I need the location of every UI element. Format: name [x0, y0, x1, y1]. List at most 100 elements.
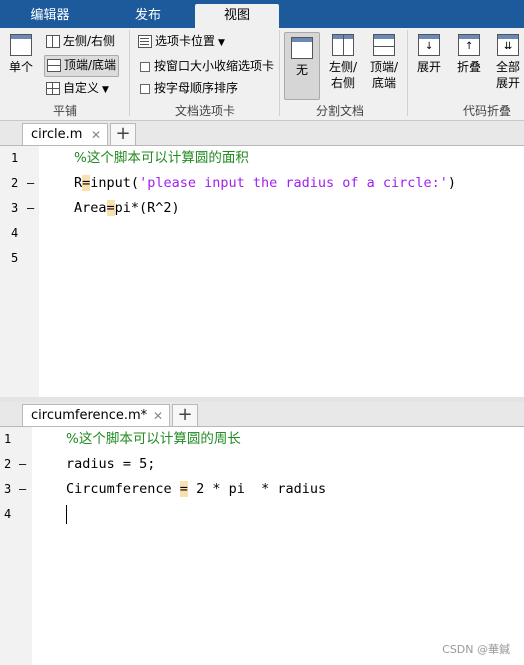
- tab-position-label: 选项卡位置: [155, 34, 216, 48]
- alpha-sort-label: 按字母顺序排序: [154, 81, 239, 95]
- split-left-right-label-1: 左侧/: [328, 60, 358, 74]
- tab-publish[interactable]: 发布: [112, 4, 184, 28]
- custom-label: 自定义: [63, 81, 100, 95]
- single-label: 单个: [8, 60, 33, 74]
- code-line: 1 %这个脚本可以计算圆的周长: [0, 427, 524, 452]
- left-right-icon: [46, 35, 60, 48]
- line-number: 1: [4, 432, 12, 446]
- code-token: R: [74, 175, 83, 191]
- code-token: input(: [90, 175, 140, 191]
- expand-all-button[interactable]: ⇊ 全部 展开: [492, 32, 524, 91]
- code-text: %这个脚本可以计算圆的面积: [74, 150, 249, 166]
- toolstrip-tab-bar: 编辑器 发布 视图: [0, 0, 524, 28]
- tab-position-dropdown[interactable]: 选项卡位置 ▼: [138, 32, 225, 52]
- close-icon[interactable]: ✕: [91, 124, 101, 146]
- line-number: 3: [4, 482, 12, 496]
- left-right-label: 左侧/右侧: [63, 34, 116, 48]
- split-left-right-button[interactable]: 左侧/ 右侧: [325, 32, 361, 91]
- expand-icon: ↓: [418, 34, 440, 56]
- editor1-tab-name: circle.m: [31, 127, 83, 142]
- editor2-doc-tab[interactable]: circumference.m* ✕: [22, 404, 170, 426]
- separator: [279, 30, 280, 116]
- editor2-tab-name: circumference.m*: [31, 408, 148, 423]
- separator: [129, 30, 130, 116]
- highlight-token: =: [179, 481, 188, 497]
- split-section-label: 分割文档: [315, 104, 364, 118]
- shrink-tabs-label: 按窗口大小收缩选项卡: [154, 59, 275, 73]
- left-right-tile-button[interactable]: 左侧/右侧: [46, 32, 115, 52]
- line-number: 5: [11, 251, 19, 265]
- collapse-label: 折叠: [456, 60, 481, 74]
- ribbon: 单个 左侧/右侧 顶端/底端 自定义 ▼ 平铺 选项卡位置 ▼ 按窗口大小收缩选项卡…: [0, 28, 524, 121]
- split-top-bottom-icon: [373, 34, 395, 56]
- text-cursor: [66, 505, 67, 524]
- code-token: Circumference: [66, 481, 180, 497]
- tile-section-label: 平铺: [52, 104, 77, 118]
- breakpoint-marker[interactable]: —: [27, 196, 34, 221]
- split-left-right-icon: [332, 34, 354, 56]
- top-bottom-label: 顶端/底端: [64, 58, 117, 72]
- grid-icon: [46, 82, 60, 95]
- custom-tile-button[interactable]: 自定义 ▼: [46, 79, 109, 99]
- tab-position-icon: [138, 35, 152, 48]
- editor1-tab-strip: circle.m ✕ +: [0, 121, 524, 146]
- close-icon[interactable]: ✕: [153, 405, 163, 427]
- code-token: 2 * pi * radius: [187, 481, 327, 497]
- single-button[interactable]: 单个: [6, 32, 36, 75]
- editor2-code-area[interactable]: 1 %这个脚本可以计算圆的周长 2 — radius = 5; 3 — Circ…: [0, 427, 524, 665]
- code-text: Area=pi*(R^2): [74, 196, 180, 221]
- code-line: 2 — radius = 5;: [0, 452, 524, 477]
- collapse-button[interactable]: ↑ 折叠: [453, 32, 485, 75]
- split-none-button[interactable]: 无: [284, 32, 320, 100]
- editor2-tab-strip: circumference.m* ✕ +: [0, 402, 524, 427]
- dropdown-arrow-icon: ▼: [218, 38, 225, 48]
- split-none-label: 无: [295, 63, 308, 77]
- checkbox-icon: [140, 61, 150, 72]
- line-number: 2: [11, 176, 19, 190]
- tab-editor[interactable]: 编辑器: [14, 4, 86, 28]
- dropdown-arrow-icon: ▼: [102, 85, 109, 95]
- code-token: ): [447, 175, 457, 191]
- separator: [407, 30, 408, 116]
- expand-label: 展开: [416, 60, 441, 74]
- code-line: 1 %这个脚本可以计算圆的面积: [0, 146, 524, 171]
- code-text: R=input('please input the radius of a ci…: [74, 171, 456, 196]
- string-token: 'please input the radius of a circle:': [139, 175, 448, 191]
- expand-button[interactable]: ↓ 展开: [413, 32, 445, 75]
- code-line: 3 — Circumference = 2 * pi * radius: [0, 477, 524, 502]
- line-number: 2: [4, 457, 12, 471]
- doc-tabs-section-label: 文档选项卡: [174, 104, 235, 118]
- editor1-doc-tab[interactable]: circle.m ✕: [22, 123, 108, 145]
- line-number: 4: [4, 507, 12, 521]
- collapse-icon: ↑: [458, 34, 480, 56]
- watermark: CSDN @華鍼: [442, 643, 510, 656]
- split-top-bottom-button[interactable]: 顶端/ 底端: [366, 32, 402, 91]
- expand-all-icon: ⇊: [497, 34, 519, 56]
- code-token: Area: [74, 200, 107, 216]
- code-line: 3 — Area=pi*(R^2): [0, 196, 524, 221]
- code-text: radius = 5;: [66, 456, 156, 472]
- line-number: 3: [11, 201, 19, 215]
- add-tab-button[interactable]: +: [110, 123, 136, 145]
- add-tab-button[interactable]: +: [172, 404, 198, 426]
- highlight-token: =: [106, 200, 115, 216]
- checkbox-icon: [140, 83, 150, 94]
- line-number: 1: [11, 151, 19, 165]
- fold-section-label: 代码折叠: [462, 104, 511, 118]
- breakpoint-marker[interactable]: —: [27, 171, 34, 196]
- single-window-icon: [10, 34, 32, 56]
- code-text: Circumference = 2 * pi * radius: [66, 477, 326, 502]
- editor1-code-area[interactable]: 1 %这个脚本可以计算圆的面积 2 — R=input('please inpu…: [0, 146, 524, 397]
- top-bottom-tile-button[interactable]: 顶端/底端: [44, 55, 120, 77]
- code-token: pi*(R^2): [114, 200, 180, 216]
- shrink-tabs-checkbox[interactable]: 按窗口大小收缩选项卡: [140, 57, 274, 77]
- breakpoint-marker[interactable]: —: [19, 477, 26, 502]
- top-bottom-icon: [47, 59, 61, 72]
- split-top-bottom-label-1: 顶端/: [369, 60, 399, 74]
- alpha-sort-checkbox[interactable]: 按字母顺序排序: [140, 79, 238, 99]
- expand-all-label-1: 全部: [495, 60, 520, 74]
- tab-view[interactable]: 视图: [195, 4, 279, 28]
- expand-all-label-2: 展开: [495, 76, 520, 90]
- code-line: 5: [0, 246, 524, 271]
- breakpoint-marker[interactable]: —: [19, 452, 26, 477]
